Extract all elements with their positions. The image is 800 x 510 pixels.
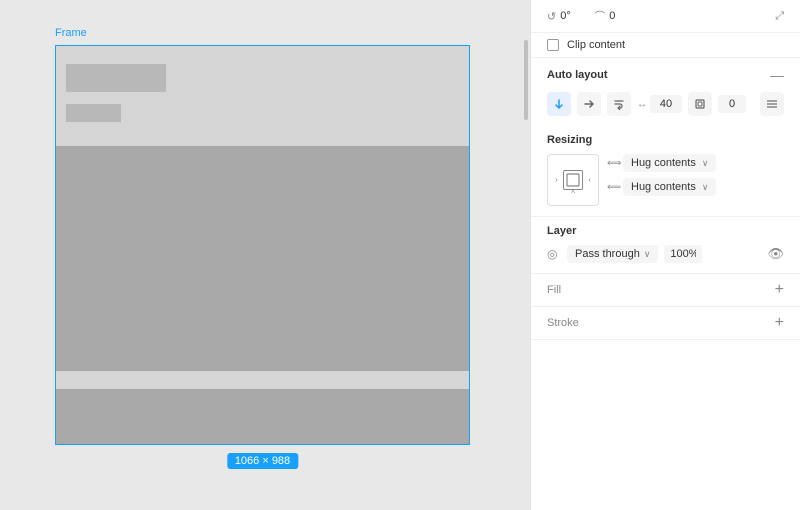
layer-section: Layer ◎ Pass through ∨ 100% 👁 bbox=[531, 217, 800, 274]
clip-content-checkbox[interactable] bbox=[547, 39, 559, 51]
fill-label: Fill bbox=[547, 284, 561, 296]
resize-options: ⟺ Hug contents ∨ ⟸ Hug contents ∨ bbox=[607, 154, 784, 196]
resizing-section: Resizing › ‹ ^ ⟺ Hug con bbox=[531, 126, 800, 217]
rotate-icon: ↺ bbox=[547, 10, 556, 23]
corner-radius-icon: ⌒ bbox=[594, 8, 605, 24]
block-strip bbox=[56, 371, 469, 389]
arrow-right-icon: ‹ bbox=[588, 176, 591, 184]
clip-content-row: Clip content bbox=[531, 33, 800, 58]
visibility-icon[interactable]: 👁 bbox=[767, 246, 784, 262]
blend-chevron-icon: ∨ bbox=[644, 249, 651, 260]
resize-h-icon: ⟺ bbox=[607, 158, 617, 169]
block-middle bbox=[56, 146, 469, 371]
hug-contents-vertical-dropdown[interactable]: Hug contents ∨ bbox=[623, 178, 716, 196]
frame-label: Frame bbox=[55, 27, 87, 39]
dimension-label: 1066 × 988 bbox=[227, 453, 298, 469]
resize-preview-inner: › ‹ ^ bbox=[563, 170, 583, 190]
padding-input-group bbox=[718, 95, 746, 113]
hug-contents-horizontal-label: Hug contents bbox=[631, 157, 696, 169]
resize-horizontal-row: ⟺ Hug contents ∨ bbox=[607, 154, 784, 172]
block-top bbox=[56, 46, 469, 146]
opacity-input[interactable]: 100% bbox=[664, 245, 702, 263]
block-inner-1 bbox=[66, 64, 166, 92]
frame-container: Frame 1066 × 988 bbox=[55, 45, 470, 445]
layer-controls: ◎ Pass through ∨ 100% 👁 bbox=[547, 245, 784, 263]
direction-right-button[interactable] bbox=[577, 92, 601, 116]
chevron-down-icon-2: ∨ bbox=[702, 182, 709, 193]
hug-contents-horizontal-dropdown[interactable]: Hug contents ∨ bbox=[623, 154, 716, 172]
auto-layout-header: Auto layout — bbox=[531, 58, 800, 88]
corner-value: 0 bbox=[609, 10, 637, 22]
canvas: Frame 1066 × 988 bbox=[0, 0, 530, 510]
direction-down-button[interactable] bbox=[547, 92, 571, 116]
arrow-right-icon bbox=[583, 98, 595, 110]
resizing-title: Resizing bbox=[547, 134, 784, 146]
align-button[interactable] bbox=[760, 92, 784, 116]
corner-group: ⌒ 0 bbox=[594, 8, 637, 24]
right-panel: ↺ 0° ⌒ 0 ⤢ Clip content Auto layout — bbox=[530, 0, 800, 510]
scrollbar[interactable] bbox=[522, 0, 530, 510]
layer-title: Layer bbox=[547, 225, 784, 237]
align-icon bbox=[766, 98, 778, 110]
resize-vertical-row: ⟸ Hug contents ∨ bbox=[607, 178, 784, 196]
arrow-down-icon bbox=[553, 98, 565, 110]
resize-preview: › ‹ ^ bbox=[547, 154, 599, 206]
padding-button[interactable] bbox=[688, 92, 712, 116]
padding-icon bbox=[694, 98, 706, 110]
hug-contents-vertical-label: Hug contents bbox=[631, 181, 696, 193]
clip-content-label: Clip content bbox=[567, 39, 625, 51]
resizing-controls: › ‹ ^ ⟺ Hug contents ∨ bbox=[547, 154, 784, 206]
expand-group: ⤢ bbox=[775, 10, 784, 23]
gap-icon: ↔ bbox=[637, 99, 647, 110]
auto-layout-action[interactable]: — bbox=[770, 68, 784, 82]
stroke-row: Stroke + bbox=[547, 315, 784, 331]
resize-v-icon: ⟸ bbox=[607, 182, 617, 193]
add-fill-button[interactable]: + bbox=[775, 282, 784, 298]
fill-section: Fill + bbox=[531, 274, 800, 307]
auto-layout-title: Auto layout bbox=[547, 69, 608, 81]
frame-inner-content bbox=[56, 46, 469, 444]
top-controls: ↺ 0° ⌒ 0 ⤢ bbox=[531, 0, 800, 33]
arrow-left-icon: › bbox=[555, 176, 558, 184]
blend-mode-dropdown[interactable]: Pass through ∨ bbox=[567, 245, 658, 263]
blend-mode-label: Pass through bbox=[575, 248, 640, 260]
wrap-button[interactable] bbox=[607, 92, 631, 116]
scroll-thumb bbox=[524, 40, 528, 120]
gap-input-group: ↔ bbox=[637, 95, 682, 113]
chevron-down-icon: ∨ bbox=[702, 158, 709, 169]
wrap-icon bbox=[613, 98, 625, 110]
fill-row: Fill + bbox=[547, 282, 784, 298]
auto-layout-controls: ↔ bbox=[531, 88, 800, 126]
rotation-group: ↺ 0° bbox=[547, 10, 588, 23]
padding-input[interactable] bbox=[718, 95, 746, 113]
rotation-value: 0° bbox=[560, 10, 588, 22]
stroke-label: Stroke bbox=[547, 317, 579, 329]
frame-box[interactable] bbox=[55, 45, 470, 445]
block-inner-2 bbox=[66, 104, 121, 122]
gap-input[interactable] bbox=[650, 95, 682, 113]
add-stroke-button[interactable]: + bbox=[775, 315, 784, 331]
expand-icon: ⤢ bbox=[775, 10, 784, 23]
block-footer bbox=[56, 389, 469, 444]
resize-box-icon bbox=[565, 172, 581, 188]
arrow-bottom-icon: ^ bbox=[571, 190, 575, 198]
stroke-section: Stroke + bbox=[531, 307, 800, 340]
layer-mode-icon: ◎ bbox=[547, 247, 561, 261]
